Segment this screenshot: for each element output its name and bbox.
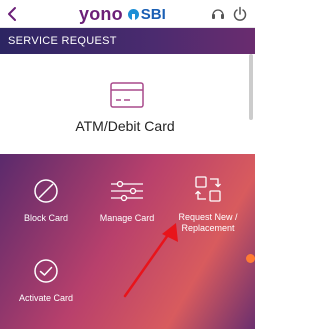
annotation-arrow	[123, 223, 178, 298]
card-title: ATM/Debit Card	[75, 118, 175, 134]
replace-card-icon	[195, 176, 221, 202]
debit-card-icon	[110, 82, 144, 108]
back-arrow-icon[interactable]	[4, 5, 22, 23]
sbi-logo-icon	[127, 8, 139, 20]
page-title: SERVICE REQUEST	[8, 35, 117, 47]
brand-sbi: SBI	[140, 5, 166, 23]
top-bar: yono SBI	[0, 0, 255, 28]
check-circle-icon	[34, 259, 58, 283]
scrollbar-thumb[interactable]	[249, 54, 253, 120]
activate-card-option[interactable]: Activate Card	[10, 258, 82, 304]
block-card-option[interactable]: Block Card	[12, 178, 80, 224]
power-icon[interactable]	[232, 6, 248, 22]
brand-yono: yono	[79, 3, 123, 24]
page-header: SERVICE REQUEST	[0, 28, 255, 54]
floating-indicator[interactable]	[246, 254, 255, 263]
block-icon	[34, 179, 58, 203]
manage-card-option[interactable]: Manage Card	[92, 178, 162, 224]
sliders-icon	[111, 180, 143, 202]
activate-card-label: Activate Card	[18, 293, 74, 303]
help-icon[interactable]	[210, 6, 226, 22]
block-card-label: Block Card	[23, 213, 68, 223]
app-logo: yono SBI	[79, 3, 166, 25]
atm-debit-card-panel	[0, 54, 250, 154]
